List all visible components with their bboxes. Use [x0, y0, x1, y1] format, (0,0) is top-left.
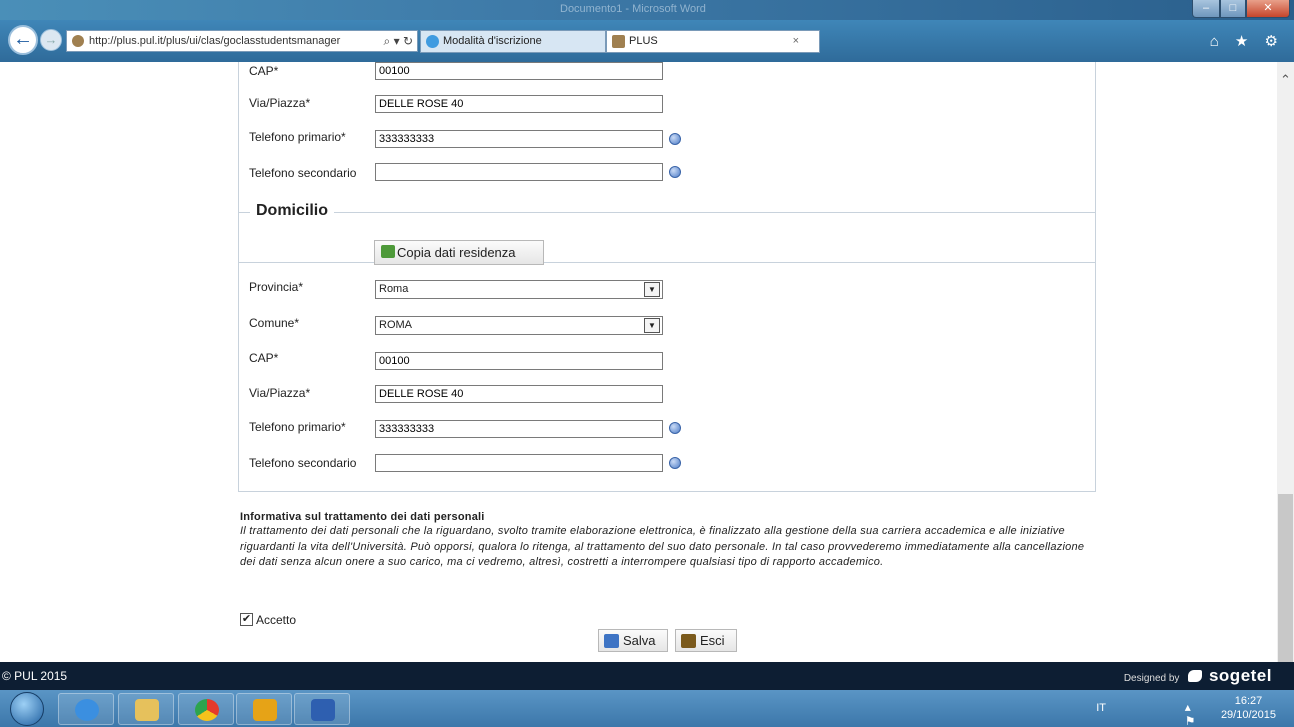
folder-icon: [135, 699, 159, 721]
tray-icons[interactable]: ▴ ⚑ ▭ ◀): [1185, 700, 1214, 727]
residenza-tel2-label: Telefono secondario: [249, 166, 357, 180]
taskbar-ie[interactable]: [58, 693, 114, 725]
minimize-button[interactable]: –: [1192, 0, 1220, 18]
site-icon: [612, 35, 625, 48]
clock[interactable]: 16:27 29/10/2015: [1221, 694, 1276, 722]
chrome-icon: [195, 699, 219, 721]
help-icon[interactable]: [669, 133, 681, 145]
sogetel-logo-icon: [1188, 670, 1203, 682]
chevron-down-icon: ▼: [644, 318, 660, 333]
language-indicator[interactable]: IT: [1096, 702, 1106, 714]
sogetel-brand: sogetel: [1208, 666, 1272, 685]
provincia-value: Roma: [379, 283, 409, 295]
provincia-select[interactable]: Roma ▼: [375, 280, 663, 299]
address-url: http://plus.pul.it/plus/ui/clas/goclasst…: [89, 35, 341, 47]
save-icon: [604, 634, 619, 648]
chevron-down-icon: ▼: [644, 282, 660, 297]
clock-date: 29/10/2015: [1220, 709, 1276, 721]
domicilio-via-label: Via/Piazza*: [249, 386, 311, 400]
designed-by: Designed by sogetel: [1124, 666, 1272, 686]
window-titlebar: Documento1 - Microsoft Word – □ ✕: [0, 0, 1294, 20]
exit-button[interactable]: Esci: [675, 629, 737, 652]
close-tab-icon[interactable]: ×: [793, 31, 799, 52]
scrollbar-thumb[interactable]: [1278, 494, 1293, 662]
taskbar-explorer[interactable]: [118, 693, 174, 725]
save-label: Salva: [623, 633, 656, 648]
footer-copyright: © PUL 2015: [2, 669, 68, 683]
site-icon: [72, 35, 84, 47]
comune-value: ROMA: [379, 319, 412, 331]
accept-label: Accetto: [256, 613, 297, 627]
copy-residence-button[interactable]: Copia dati residenza: [374, 240, 544, 265]
help-icon[interactable]: [669, 422, 681, 434]
back-button[interactable]: ←: [8, 25, 38, 55]
save-button[interactable]: Salva: [598, 629, 668, 652]
designed-by-label: Designed by: [1123, 673, 1180, 684]
clock-time: 16:27: [1234, 695, 1263, 707]
copy-icon: [381, 245, 395, 258]
help-icon[interactable]: [669, 457, 681, 469]
tab-label: PLUS: [629, 35, 658, 47]
residenza-tel1-label: Telefono primario*: [249, 130, 346, 144]
privacy-title: Informativa sul trattamento dei dati per…: [240, 511, 485, 523]
domicilio-legend: Domicilio: [250, 202, 335, 220]
privacy-text: Il trattamento dei dati personali che la…: [240, 525, 1085, 568]
domicilio-via-input[interactable]: [375, 385, 663, 403]
taskbar-chrome[interactable]: [178, 693, 234, 725]
comune-label: Comune*: [249, 316, 300, 330]
home-favorites-settings-icons[interactable]: ⌂ ★ ⚙: [1210, 32, 1284, 50]
exit-label: Esci: [700, 633, 725, 648]
taskbar-outlook[interactable]: [236, 693, 292, 725]
start-button[interactable]: [10, 692, 44, 726]
vertical-scrollbar[interactable]: ⌃: [1277, 62, 1294, 662]
maximize-button[interactable]: □: [1220, 0, 1246, 18]
provincia-label: Provincia*: [249, 280, 304, 294]
forward-button[interactable]: →: [40, 29, 62, 51]
residenza-tel2-input[interactable]: [375, 163, 663, 181]
domicilio-fieldset: [238, 212, 1096, 492]
residenza-tel1-input[interactable]: [375, 130, 663, 148]
domicilio-cap-label: CAP*: [249, 351, 279, 365]
word-icon: [311, 699, 335, 721]
domicilio-tel1-label: Telefono primario*: [249, 420, 346, 434]
domicilio-tel2-input[interactable]: [375, 454, 663, 472]
outlook-icon: [253, 699, 277, 721]
comune-select[interactable]: ROMA ▼: [375, 316, 663, 335]
domicilio-tel1-input[interactable]: [375, 420, 663, 438]
windows-taskbar: IT ▴ ⚑ ▭ ◀) 16:27 29/10/2015: [0, 690, 1294, 727]
exit-icon: [681, 634, 696, 648]
residenza-cap-input[interactable]: [375, 62, 663, 80]
help-icon[interactable]: [669, 166, 681, 178]
page-content: CAP* Via/Piazza* Telefono primario* Tele…: [0, 62, 1277, 662]
browser-navbar: ← → http://plus.pul.it/plus/ui/clas/gocl…: [0, 20, 1294, 62]
accept-checkbox[interactable]: ✔: [240, 613, 253, 626]
ie-icon: [426, 35, 439, 48]
residenza-via-label: Via/Piazza*: [249, 96, 311, 110]
ie-icon: [75, 699, 99, 721]
domicilio-tel2-label: Telefono secondario: [249, 456, 357, 470]
tab-label: Modalità d'iscrizione: [443, 35, 542, 47]
tab-modalita-iscrizione[interactable]: Modalità d'iscrizione: [420, 30, 606, 53]
close-window-button[interactable]: ✕: [1246, 0, 1290, 18]
domicilio-cap-input[interactable]: [375, 352, 663, 370]
residenza-via-input[interactable]: [375, 95, 663, 113]
address-bar[interactable]: http://plus.pul.it/plus/ui/clas/goclasst…: [66, 30, 418, 52]
residenza-cap-label: CAP*: [249, 64, 279, 78]
taskbar-word[interactable]: [294, 693, 350, 725]
address-tools[interactable]: ⌕ ▾ ↻: [384, 31, 413, 51]
page-footer: © PUL 2015 Designed by sogetel: [0, 662, 1294, 690]
window-title: Documento1 - Microsoft Word: [560, 3, 706, 15]
copy-residence-label: Copia dati residenza: [397, 245, 516, 260]
scroll-up-icon[interactable]: ⌃: [1280, 72, 1291, 88]
tab-plus[interactable]: PLUS ×: [606, 30, 820, 53]
